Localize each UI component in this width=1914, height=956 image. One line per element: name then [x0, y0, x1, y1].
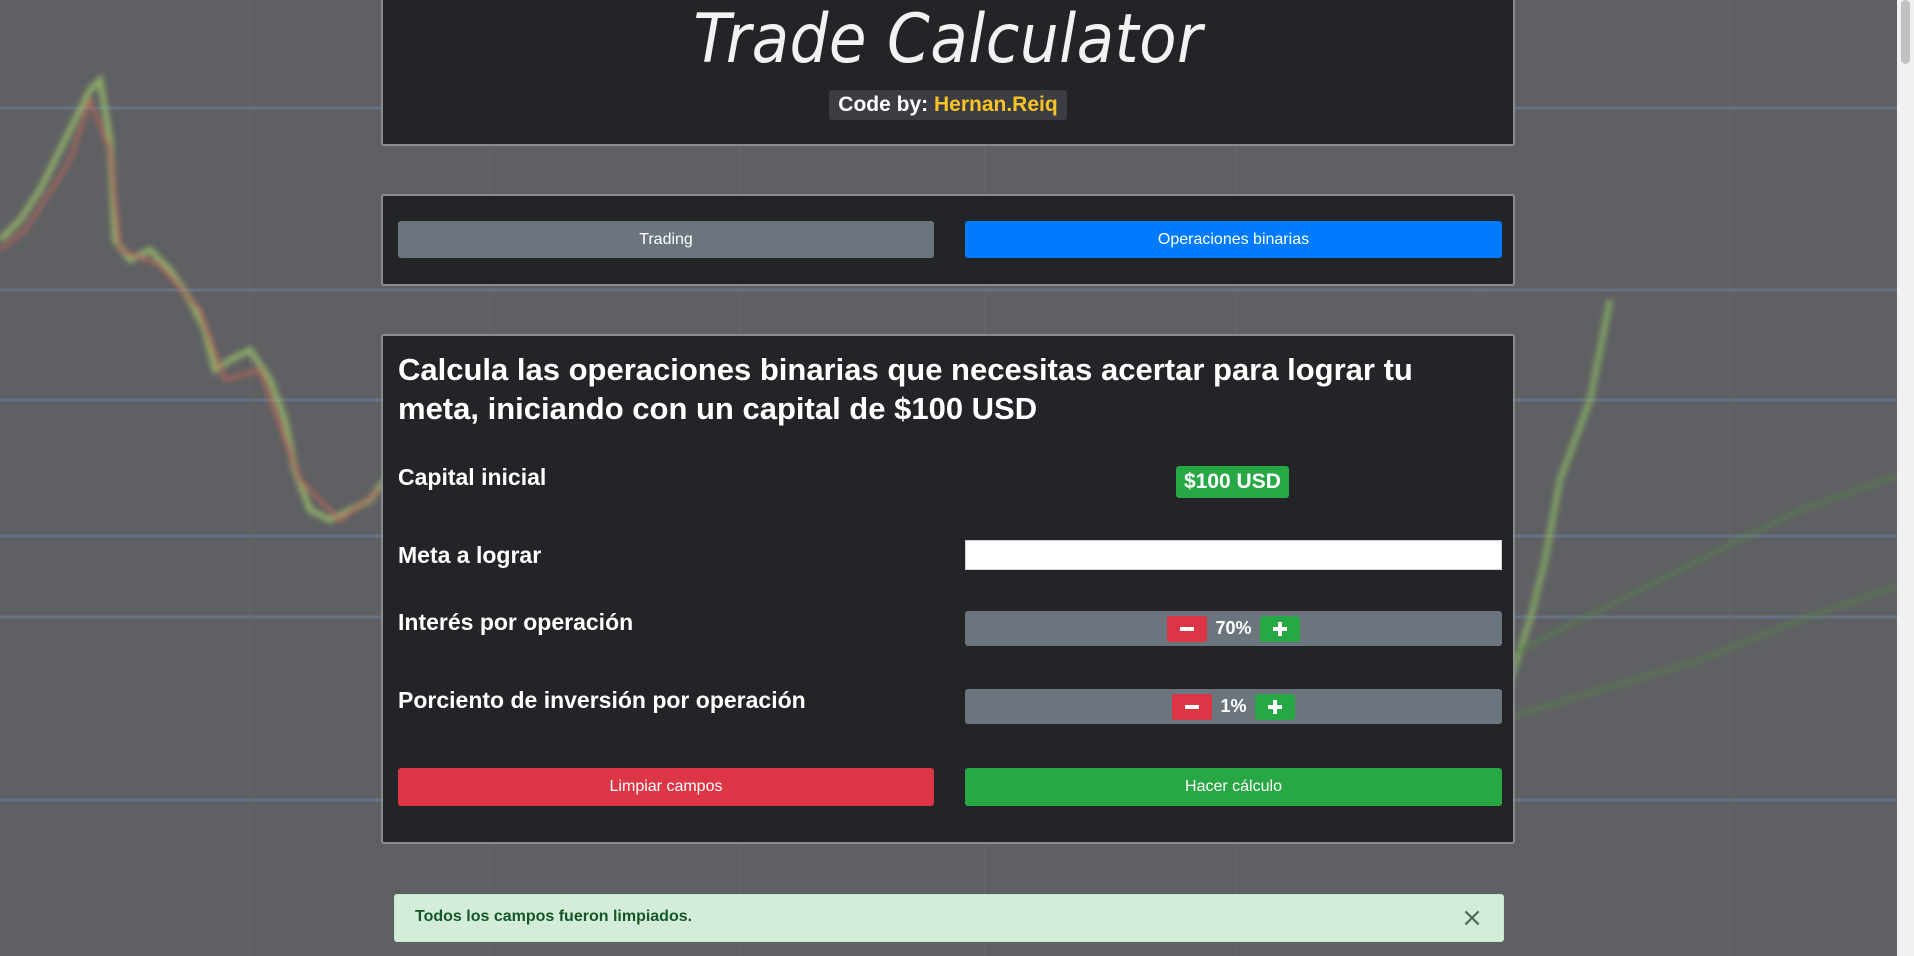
interest-value: 70% — [1215, 618, 1252, 638]
success-alert: Todos los campos fueron limpiados. × — [394, 894, 1504, 942]
investment-decrease-button[interactable] — [1172, 693, 1213, 720]
app-title: Trade Calculator — [693, 0, 1203, 79]
scrollbar-thumb[interactable] — [1901, 0, 1910, 64]
goal-input[interactable] — [965, 540, 1502, 570]
credit-author: Hernan.Reiq — [933, 93, 1058, 116]
interest-label: Interés por operación — [398, 609, 634, 635]
investment-label: Porciento de inversión por operación — [398, 687, 806, 713]
calculator-heading: Calcula las operaciones binarias que nec… — [398, 352, 1413, 426]
alert-message: Todos los campos fueron limpiados. — [415, 908, 693, 925]
binary-options-mode-button[interactable]: Operaciones binarias — [965, 221, 1502, 258]
close-icon[interactable]: × — [1457, 903, 1487, 933]
investment-increase-button[interactable] — [1254, 693, 1295, 720]
interest-increase-button[interactable] — [1259, 615, 1300, 642]
goal-label: Meta a lograr — [398, 542, 542, 568]
minus-icon — [1185, 704, 1200, 709]
plus-icon — [1267, 699, 1282, 714]
header-panel: Trade Calculator Code by: Hernan.Reiq — [381, 0, 1515, 146]
credit-label: Code by: — [838, 93, 929, 116]
plus-icon — [1272, 621, 1287, 636]
capital-badge: $100 USD — [1176, 466, 1289, 498]
trading-mode-button[interactable]: Trading — [398, 221, 934, 258]
interest-decrease-button[interactable] — [1167, 615, 1208, 642]
binary-calculator-panel: Calcula las operaciones binarias que nec… — [381, 334, 1515, 844]
credit-badge: Code by: Hernan.Reiq — [829, 90, 1067, 120]
calculate-button[interactable]: Hacer cálculo — [965, 768, 1502, 806]
page-scrollbar[interactable] — [1897, 0, 1914, 956]
capital-label: Capital inicial — [398, 464, 547, 490]
investment-stepper: 1% — [965, 689, 1502, 724]
minus-icon — [1180, 626, 1195, 631]
clear-fields-button[interactable]: Limpiar campos — [398, 768, 934, 806]
interest-stepper: 70% — [965, 611, 1502, 646]
mode-selector-panel: Trading Operaciones binarias — [381, 194, 1515, 286]
investment-value: 1% — [1220, 696, 1247, 716]
